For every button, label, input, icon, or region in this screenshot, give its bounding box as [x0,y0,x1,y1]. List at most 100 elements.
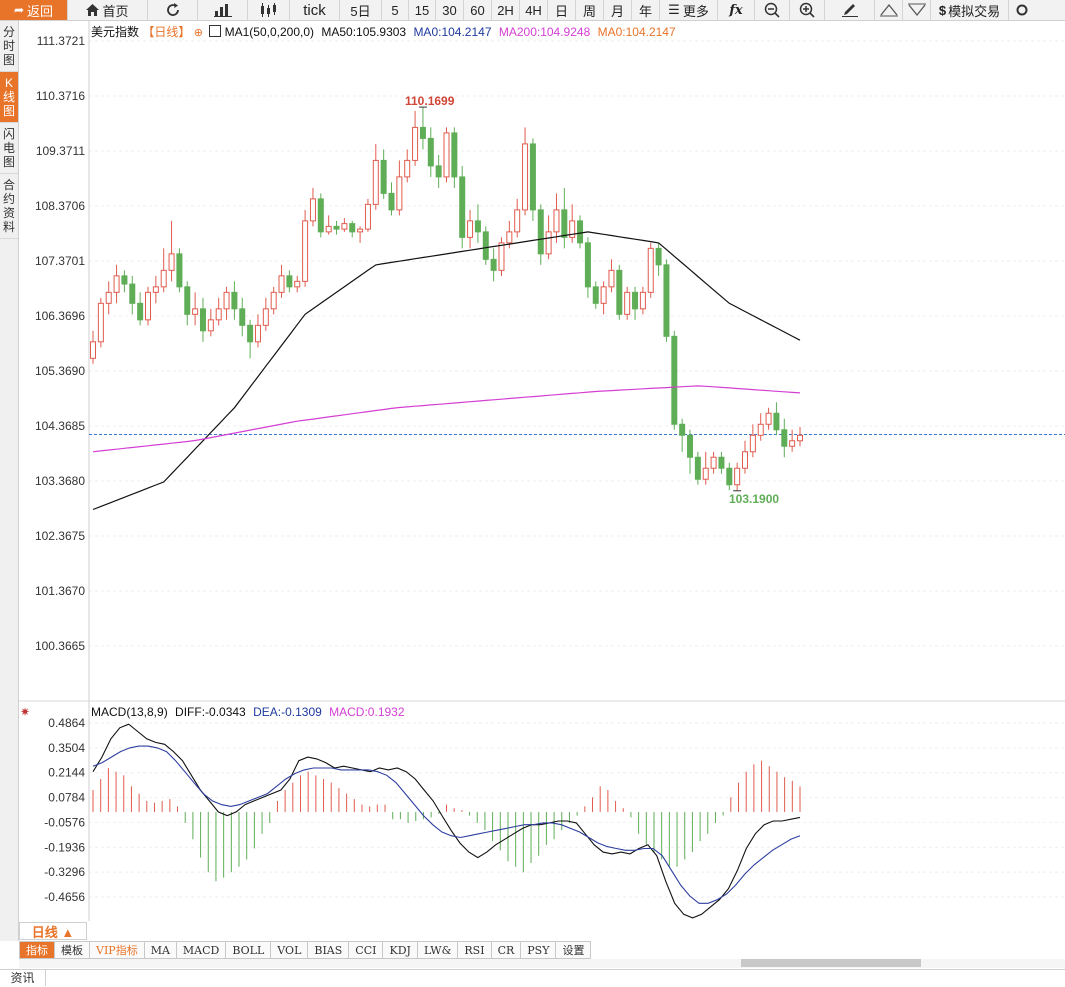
collapse-down-button[interactable] [903,0,931,20]
macd-y-tick-label: 0.3504 [48,741,85,755]
candle-body [655,247,662,266]
refresh-icon [166,3,179,16]
tick-button[interactable]: tick [290,0,340,20]
candle-body [105,291,112,304]
candle-body [113,275,120,293]
simulated-trade-button[interactable]: $ 模拟交易 [931,0,1009,20]
triangle-up-icon [879,3,898,17]
sidebar-item-contract[interactable]: 合约资料 [0,174,18,239]
candle-body [239,308,246,326]
tab-templates[interactable]: 模板 [55,941,90,959]
tab-bias[interactable]: BIAS [308,941,350,959]
menu-icon: ☰ [668,2,680,17]
y-tick-label: 111.3721 [37,34,86,48]
candle-body [199,308,206,332]
candle-body [781,429,788,447]
candle-body [490,258,497,271]
candle-body [333,225,340,230]
candle-body [357,228,364,233]
tab-macd[interactable]: MACD [176,941,227,959]
candle-chart-button[interactable] [248,0,290,20]
indicator-tabs: 指标 模板 VIP指标 MA MACD BOLL VOL BIAS CCI KD… [19,941,592,959]
tab-settings[interactable]: 设置 [556,941,592,959]
triangle-down-icon [907,3,926,17]
chart-scrollbar-thumb[interactable] [741,959,921,967]
legend-toggle-icon[interactable]: ⊕ [194,27,203,39]
period-tag: 【日线】 [142,25,191,39]
collapse-up-button[interactable] [875,0,903,20]
candle-body [404,159,411,178]
candle-body [97,302,104,343]
chart-canvas[interactable]: 111.3721 110.3716 109.3711 108.3706 107.3701… [19,21,1065,921]
tab-cci[interactable]: CCI [349,941,384,959]
tab-vol[interactable]: VOL [271,941,309,959]
settings-button[interactable] [1009,0,1034,20]
candle-body [435,165,442,178]
formula-button[interactable]: fx [718,0,755,20]
tab-boll[interactable]: BOLL [226,941,272,959]
candle-body [694,456,701,480]
tab-cr[interactable]: CR [491,941,522,959]
period-15m[interactable]: 15 [409,0,436,20]
sidebar-item-kline[interactable]: K线图 [0,72,18,123]
candle-body [192,308,199,315]
ma-params: MA1(50,0,200,0) [224,25,315,39]
candle-body [789,440,796,447]
period-month[interactable]: 月 [604,0,632,20]
candle-body [632,291,639,310]
period-day[interactable]: 日 [548,0,576,20]
period-week[interactable]: 周 [576,0,604,20]
period-5m[interactable]: 5 [382,0,409,20]
candle-body [710,456,717,469]
candle-body [522,143,529,211]
tab-lw[interactable]: LW& [417,941,459,959]
candle-body [443,132,450,178]
period-year[interactable]: 年 [632,0,660,20]
sidebar-item-flash[interactable]: 闪电图 [0,123,18,174]
tab-rsi[interactable]: RSI [458,941,492,959]
candle-body [608,269,615,288]
tab-ma[interactable]: MA [144,941,177,959]
left-sidebar: 分时图 K线图 闪电图 合约资料 [0,21,19,941]
period-30m[interactable]: 30 [436,0,464,20]
period-2h[interactable]: 2H [492,0,520,20]
tab-indicators[interactable]: 指标 [19,941,55,959]
zoom-in-button[interactable] [790,0,825,20]
ma50-value: MA50:105.9303 [321,25,407,39]
sun-settings-icon[interactable]: ✷ [20,705,30,719]
candle-body [600,286,607,304]
more-button[interactable]: ☰ 更多 [660,0,718,20]
bar-chart-button[interactable] [198,0,248,20]
candle-body [372,159,379,205]
sidebar-item-intraday[interactable]: 分时图 [0,21,18,72]
gear-icon [1016,4,1027,16]
refresh-button[interactable] [148,0,198,20]
candle-body [592,286,599,304]
period-60m[interactable]: 60 [464,0,492,20]
period-selector[interactable]: 日线 ▲ [19,922,87,940]
y-tick-label: 108.3706 [35,199,85,213]
home-button[interactable]: 首页 [68,0,148,20]
candle-body [129,283,136,304]
news-tab[interactable]: 资讯 [0,970,46,986]
back-button[interactable]: ➦ 返回 [0,0,68,20]
tab-psy[interactable]: PSY [521,941,557,959]
indicator-box-icon [209,25,222,37]
candle-body [317,198,324,233]
draw-button[interactable] [825,0,875,20]
tab-kdj[interactable]: KDJ [383,941,418,959]
y-tick-label: 110.3716 [36,89,85,103]
dea-value: DEA:-0.1309 [253,705,322,719]
period-4h[interactable]: 4H [520,0,548,20]
zoom-out-button[interactable] [755,0,790,20]
back-arrow-icon: ➦ [13,3,25,17]
period-5day[interactable]: 5日 [340,0,382,20]
tab-vip-indicators[interactable]: VIP指标 [90,941,145,959]
candle-body [262,308,269,326]
candle-body [270,291,277,310]
candle-body [223,291,230,310]
zoom-out-icon [764,2,780,18]
macd-legend-icon-wrap[interactable]: ✷ [20,705,30,719]
candle-body [671,335,678,425]
fx-icon: fx [729,2,743,18]
